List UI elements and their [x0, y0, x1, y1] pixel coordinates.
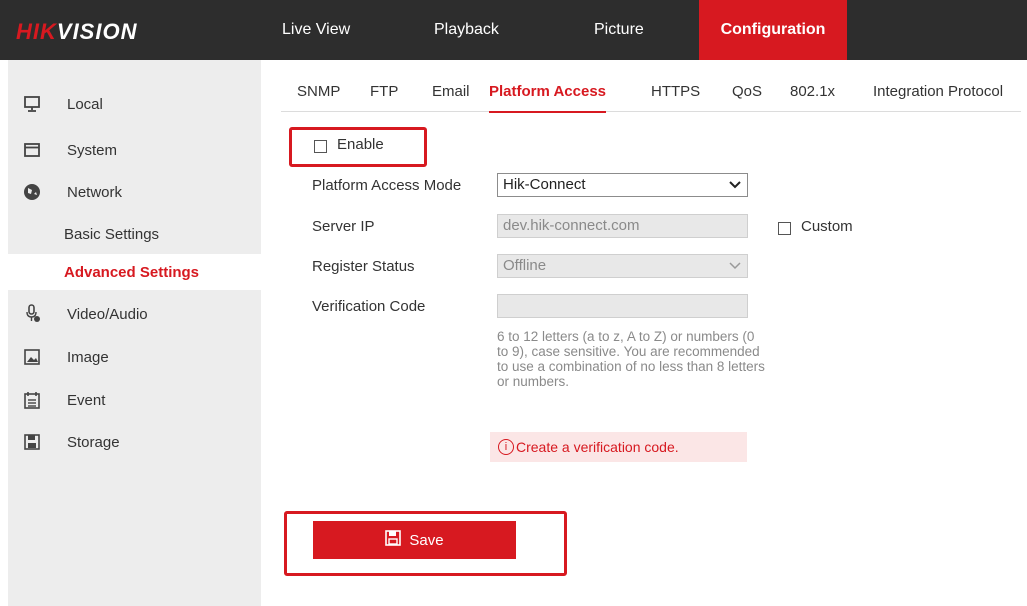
sidebar-item-storage[interactable]: Storage	[8, 424, 261, 460]
sidebar-item-label: Network	[67, 183, 123, 201]
verification-code-hint: 6 to 12 letters (a to z, A to Z) or numb…	[497, 329, 765, 389]
verification-alert: i Create a verification code.	[490, 432, 747, 462]
sidebar-item-basic-settings[interactable]: Basic Settings	[8, 216, 261, 252]
platform-access-mode-label: Platform Access Mode	[312, 177, 462, 194]
sidebar-item-label: Basic Settings	[64, 225, 160, 243]
image-icon	[22, 347, 42, 367]
custom-checkbox[interactable]	[778, 222, 791, 235]
subtab-integration-protocol[interactable]: Integration Protocol	[873, 72, 1003, 112]
sidebar-item-network[interactable]: Network	[8, 174, 261, 210]
sidebar-item-advanced-settings[interactable]: Advanced Settings	[8, 254, 261, 290]
platform-access-mode-select[interactable]: Hik-Connect	[497, 173, 748, 197]
sidebar-item-label: Video/Audio	[67, 305, 148, 323]
sidebar-item-system[interactable]: System	[8, 132, 261, 168]
sidebar-item-image[interactable]: Image	[8, 339, 261, 375]
sidebar-item-label: System	[67, 141, 118, 159]
calendar-icon	[22, 390, 42, 410]
subtab-qos[interactable]: QoS	[732, 72, 762, 112]
alert-text: Create a verification code.	[516, 439, 679, 455]
chevron-down-icon	[729, 255, 741, 277]
server-ip-label: Server IP	[312, 218, 375, 235]
microphone-icon	[22, 304, 42, 324]
platform-access-mode-value: Hik-Connect	[503, 176, 586, 193]
subtab-snmp[interactable]: SNMP	[297, 72, 340, 112]
sidebar-item-video-audio[interactable]: Video/Audio	[8, 296, 261, 332]
top-navigation-bar: HIKVISION Live View Playback Picture Con…	[0, 0, 1027, 60]
sidebar-item-event[interactable]: Event	[8, 382, 261, 418]
sidebar-item-label: Storage	[67, 433, 120, 451]
verification-code-label: Verification Code	[312, 298, 426, 315]
sidebar-item-label: Local	[67, 95, 103, 113]
sidebar-item-label: Image	[67, 348, 109, 366]
sidebar-item-label: Advanced Settings	[64, 263, 200, 281]
monitor-icon	[22, 94, 42, 114]
sidebar-item-label: Event	[67, 391, 106, 409]
custom-label: Custom	[801, 218, 853, 235]
tab-configuration[interactable]: Configuration	[699, 0, 847, 60]
floppy-icon	[22, 432, 42, 452]
highlight-enable-box	[289, 127, 427, 167]
subtab-platform-access[interactable]: Platform Access	[489, 72, 606, 113]
subtab-https[interactable]: HTTPS	[651, 72, 700, 112]
register-status-value: Offline	[503, 257, 547, 274]
globe-icon	[22, 182, 42, 202]
settings-subtabs: SNMP FTP Email Platform Access HTTPS QoS…	[281, 72, 1021, 113]
window-icon	[22, 140, 42, 160]
sidebar: Local System Network Basic Settings Adva…	[8, 60, 261, 606]
register-status-select: Offline	[497, 254, 748, 278]
subtab-ftp[interactable]: FTP	[370, 72, 398, 112]
register-status-label: Register Status	[312, 258, 415, 275]
server-ip-field[interactable]: dev.hik-connect.com	[497, 214, 748, 238]
subtab-8021x[interactable]: 802.1x	[790, 72, 835, 112]
subtab-email[interactable]: Email	[432, 72, 470, 112]
verification-code-field[interactable]	[497, 294, 748, 318]
chevron-down-icon	[729, 174, 741, 196]
tab-live-view[interactable]: Live View	[268, 0, 364, 60]
info-icon: i	[498, 439, 514, 455]
tab-playback[interactable]: Playback	[420, 0, 513, 60]
sidebar-item-local[interactable]: Local	[8, 86, 261, 122]
tab-picture[interactable]: Picture	[580, 0, 658, 60]
hikvision-logo: HIKVISION	[16, 19, 138, 44]
highlight-save-box	[284, 511, 567, 576]
